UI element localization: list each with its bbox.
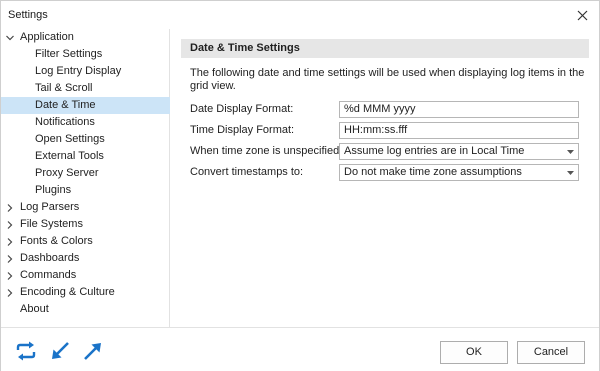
sidebar-item-label: Dashboards	[20, 252, 80, 264]
sync-icon[interactable]	[15, 340, 37, 362]
sidebar-item-label: Open Settings	[35, 133, 105, 145]
sidebar-item-log-parsers[interactable]: Log Parsers	[1, 199, 170, 216]
sidebar-item-open-settings[interactable]: Open Settings	[1, 131, 170, 148]
dialog-footer: OK Cancel	[1, 327, 599, 371]
chevron-right-icon[interactable]	[5, 233, 15, 250]
convert-timestamps-row: Convert timestamps to: Do not make time …	[190, 164, 582, 181]
time-format-label: Time Display Format:	[190, 124, 295, 136]
sidebar-item-label: Commands	[20, 269, 77, 281]
sidebar-item-tail-and-scroll[interactable]: Tail & Scroll	[1, 80, 170, 97]
sidebar-item-fonts-and-colors[interactable]: Fonts & Colors	[1, 233, 170, 250]
import-arrow-icon[interactable]	[49, 340, 71, 362]
timezone-row: When time zone is unspecified: Assume lo…	[190, 143, 582, 160]
sidebar-item-dashboards[interactable]: Dashboards	[1, 250, 170, 267]
date-format-row: Date Display Format: %d MMM yyyy	[190, 101, 582, 118]
chevron-right-icon[interactable]	[5, 267, 15, 284]
section-description: The following date and time settings wil…	[190, 67, 585, 92]
export-arrow-icon[interactable]	[82, 340, 104, 362]
sidebar-item-about[interactable]: About	[1, 301, 170, 318]
sidebar-item-label: Log Parsers	[20, 201, 80, 213]
date-format-label: Date Display Format:	[190, 103, 294, 115]
sidebar-item-notifications[interactable]: Notifications	[1, 114, 170, 131]
time-format-input[interactable]: HH:mm:ss.fff	[339, 122, 579, 139]
close-button[interactable]	[565, 1, 599, 29]
title-bar: Settings	[1, 1, 599, 29]
sidebar-item-application[interactable]: Application	[1, 29, 170, 46]
sidebar-item-label: Encoding & Culture	[20, 286, 115, 298]
cancel-button[interactable]: Cancel	[517, 341, 585, 364]
sidebar-item-proxy-server[interactable]: Proxy Server	[1, 165, 170, 182]
sidebar-item-label: Filter Settings	[35, 48, 103, 60]
ok-button[interactable]: OK	[440, 341, 508, 364]
sidebar-item-commands[interactable]: Commands	[1, 267, 170, 284]
sidebar-item-encoding-and-culture[interactable]: Encoding & Culture	[1, 284, 170, 301]
sidebar-item-filter-settings[interactable]: Filter Settings	[1, 46, 170, 63]
close-icon	[577, 10, 587, 20]
sidebar-item-plugins[interactable]: Plugins	[1, 182, 170, 199]
sidebar-item-label: Fonts & Colors	[20, 235, 93, 247]
sidebar-item-file-systems[interactable]: File Systems	[1, 216, 170, 233]
window-title: Settings	[8, 9, 48, 21]
sidebar-item-label: Application	[20, 31, 74, 43]
convert-timestamps-dropdown[interactable]: Do not make time zone assumptions	[339, 164, 579, 181]
sidebar-item-label: Proxy Server	[35, 167, 99, 179]
sidebar-item-external-tools[interactable]: External Tools	[1, 148, 170, 165]
sidebar-item-log-entry-display[interactable]: Log Entry Display	[1, 63, 170, 80]
settings-panel: Date & Time Settings The following date …	[171, 29, 599, 327]
sidebar-item-label: Log Entry Display	[35, 65, 122, 77]
sidebar-item-label: Tail & Scroll	[35, 82, 93, 94]
sidebar-item-label: External Tools	[35, 150, 104, 162]
settings-tree: Application Filter Settings Log Entry Disp…	[1, 29, 170, 327]
sidebar-item-label: Plugins	[35, 184, 72, 196]
time-format-row: Time Display Format: HH:mm:ss.fff	[190, 122, 582, 139]
chevron-down-icon[interactable]	[5, 29, 15, 46]
sidebar-item-date-and-time[interactable]: Date & Time	[1, 97, 170, 114]
sidebar-item-label: About	[20, 303, 49, 315]
convert-timestamps-label: Convert timestamps to:	[190, 166, 304, 178]
timezone-selected-value: Assume log entries are in Local Time	[344, 145, 525, 157]
sidebar-item-label: Date & Time	[35, 99, 96, 111]
chevron-right-icon[interactable]	[5, 199, 15, 216]
sidebar-item-label: File Systems	[20, 218, 83, 230]
chevron-down-icon	[566, 144, 574, 159]
date-format-input[interactable]: %d MMM yyyy	[339, 101, 579, 118]
chevron-right-icon[interactable]	[5, 284, 15, 301]
settings-window: Settings Application Filter Settings Log E…	[0, 0, 600, 371]
chevron-down-icon	[566, 165, 574, 180]
convert-timestamps-selected-value: Do not make time zone assumptions	[344, 166, 522, 178]
chevron-right-icon[interactable]	[5, 216, 15, 233]
chevron-right-icon[interactable]	[5, 250, 15, 267]
timezone-dropdown[interactable]: Assume log entries are in Local Time	[339, 143, 579, 160]
timezone-label: When time zone is unspecified:	[190, 145, 343, 157]
section-header: Date & Time Settings	[181, 39, 589, 58]
sidebar-item-label: Notifications	[35, 116, 95, 128]
